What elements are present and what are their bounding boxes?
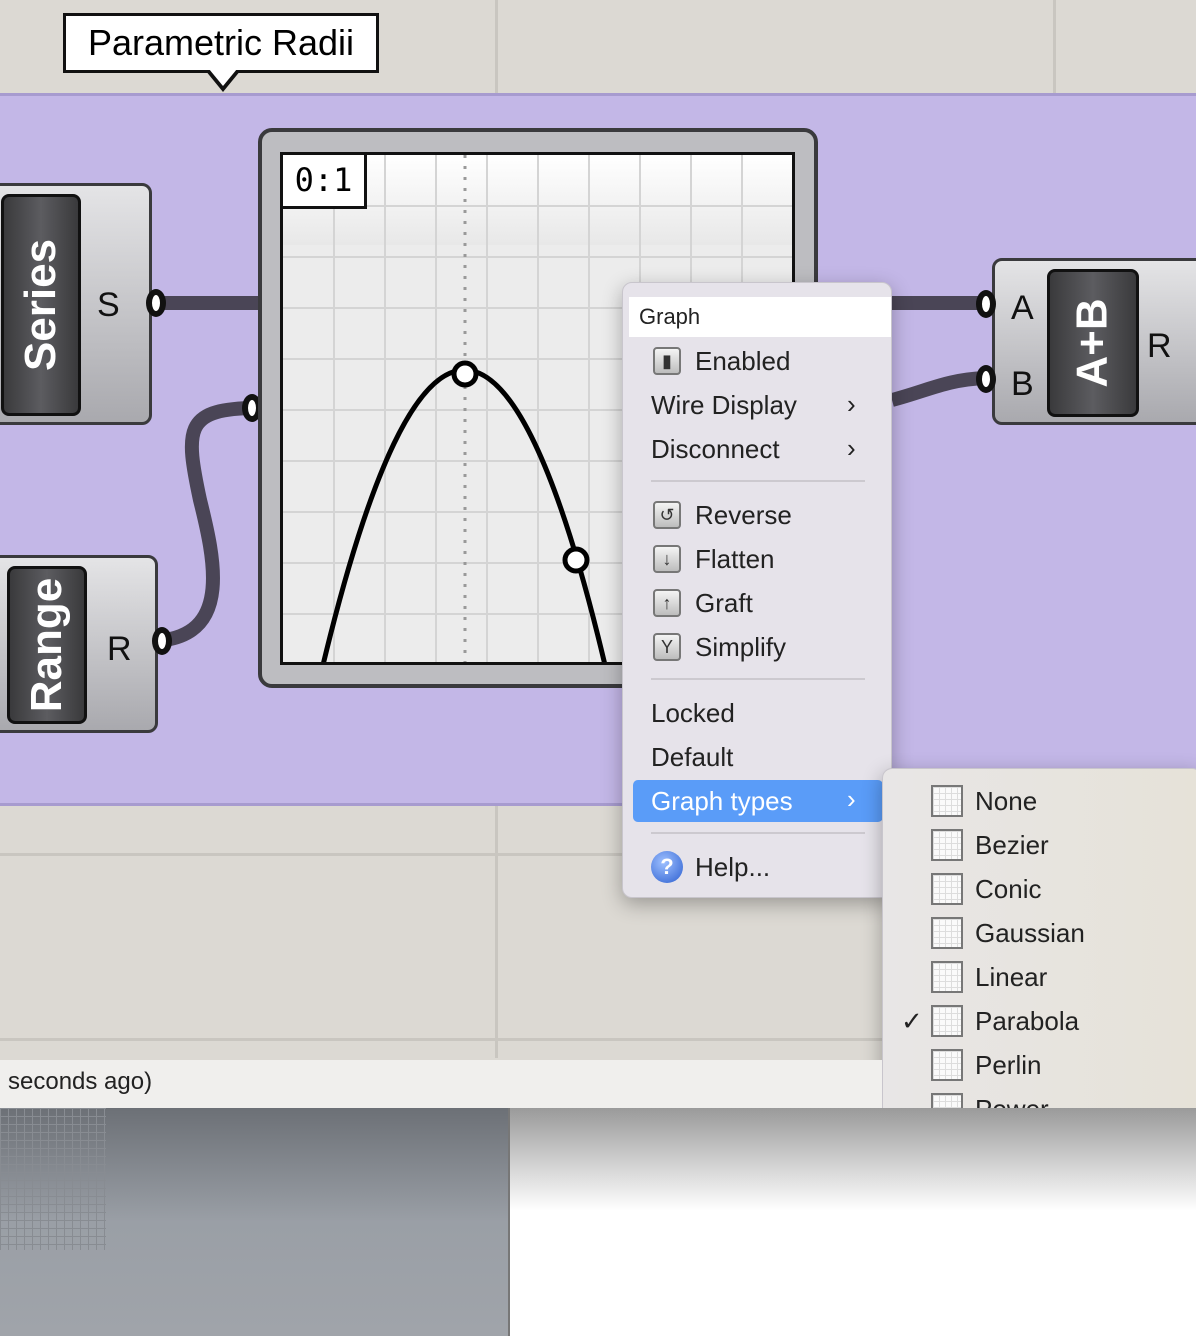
domain-label: 0:1 xyxy=(280,152,367,209)
parabola-graph-icon xyxy=(931,1005,963,1037)
output-r-label: R xyxy=(107,630,132,668)
shape-handle xyxy=(562,546,590,574)
perlin-graph-icon xyxy=(931,1049,963,1081)
chevron-right-icon: › xyxy=(847,784,856,814)
enabled-icon: ▮ xyxy=(653,347,681,375)
menu-item-graft[interactable]: Graft xyxy=(695,585,753,621)
graph-type-perlin[interactable]: Perlin xyxy=(975,1047,1041,1083)
graph-type-conic[interactable]: Conic xyxy=(975,871,1041,907)
menu-item-reverse[interactable]: Reverse xyxy=(695,497,792,533)
flatten-icon: ↓ xyxy=(653,545,681,573)
chevron-right-icon: › xyxy=(847,433,856,463)
addition-capsule: A+B xyxy=(1047,269,1139,417)
menu-separator xyxy=(651,678,865,680)
menu-item-default[interactable]: Default xyxy=(651,739,733,775)
menu-separator xyxy=(651,480,865,482)
help-icon: ? xyxy=(651,851,683,883)
none-graph-icon xyxy=(931,785,963,817)
output-s-label: S xyxy=(97,286,120,324)
range-output-grip[interactable] xyxy=(152,627,172,655)
series-name: Series xyxy=(16,238,66,372)
graph-type-none[interactable]: None xyxy=(975,783,1037,819)
linear-graph-icon xyxy=(931,961,963,993)
range-name: Range xyxy=(22,577,72,713)
preview-grid xyxy=(0,1108,106,1250)
menu-separator xyxy=(651,832,865,834)
input-a-label: A xyxy=(1011,289,1034,327)
graph-type-gaussian[interactable]: Gaussian xyxy=(975,915,1085,951)
menu-item-wire-display[interactable]: Wire Display xyxy=(651,387,797,423)
series-capsule: Series xyxy=(1,194,81,416)
range-capsule: Range xyxy=(7,566,87,724)
input-a-grip[interactable] xyxy=(976,290,996,318)
menu-item-graph-types[interactable]: Graph types › xyxy=(633,780,883,822)
wire-graph-to-b xyxy=(890,371,986,407)
graft-icon: ↑ xyxy=(653,589,681,617)
gaussian-graph-icon xyxy=(931,917,963,949)
checkmark-icon: ✓ xyxy=(901,1006,923,1036)
menu-item-simplify[interactable]: Simplify xyxy=(695,629,786,665)
menu-item-flatten[interactable]: Flatten xyxy=(695,541,775,577)
viewport-panel xyxy=(510,1108,1196,1336)
canvas-grid-line xyxy=(0,1038,882,1041)
wire-range-to-graph xyxy=(163,401,251,647)
chevron-right-icon: › xyxy=(847,389,856,419)
series-output-grip[interactable] xyxy=(146,289,166,317)
bezier-graph-icon xyxy=(931,829,963,861)
canvas-grid-line xyxy=(495,806,498,1058)
graph-type-parabola[interactable]: Parabola xyxy=(975,1003,1079,1039)
simplify-icon: Y xyxy=(653,633,681,661)
addition-name: A+B xyxy=(1068,298,1117,388)
menu-item-disconnect[interactable]: Disconnect xyxy=(651,431,780,467)
input-b-grip[interactable] xyxy=(976,365,996,393)
graph-types-label: Graph types xyxy=(651,786,793,816)
input-b-label: B xyxy=(1011,365,1034,403)
peak-handle xyxy=(451,360,479,388)
menu-title: Graph xyxy=(639,304,701,329)
preview-panel xyxy=(0,1108,510,1336)
output-r-label: R xyxy=(1147,327,1172,365)
graph-type-linear[interactable]: Linear xyxy=(975,959,1047,995)
reverse-icon: ↺ xyxy=(653,501,681,529)
series-component[interactable]: Series S xyxy=(0,183,152,425)
addition-component[interactable]: A B A+B R xyxy=(992,258,1196,425)
menu-item-help[interactable]: Help... xyxy=(695,849,770,885)
range-component[interactable]: Range R xyxy=(0,555,158,733)
menu-item-enabled[interactable]: Enabled xyxy=(695,343,790,379)
menu-item-locked[interactable]: Locked xyxy=(651,695,735,731)
status-bar: seconds ago) xyxy=(0,1060,882,1108)
context-menu: Graph ▮ Enabled Wire Display › Disconnec… xyxy=(622,282,892,898)
conic-graph-icon xyxy=(931,873,963,905)
graph-type-bezier[interactable]: Bezier xyxy=(975,827,1049,863)
